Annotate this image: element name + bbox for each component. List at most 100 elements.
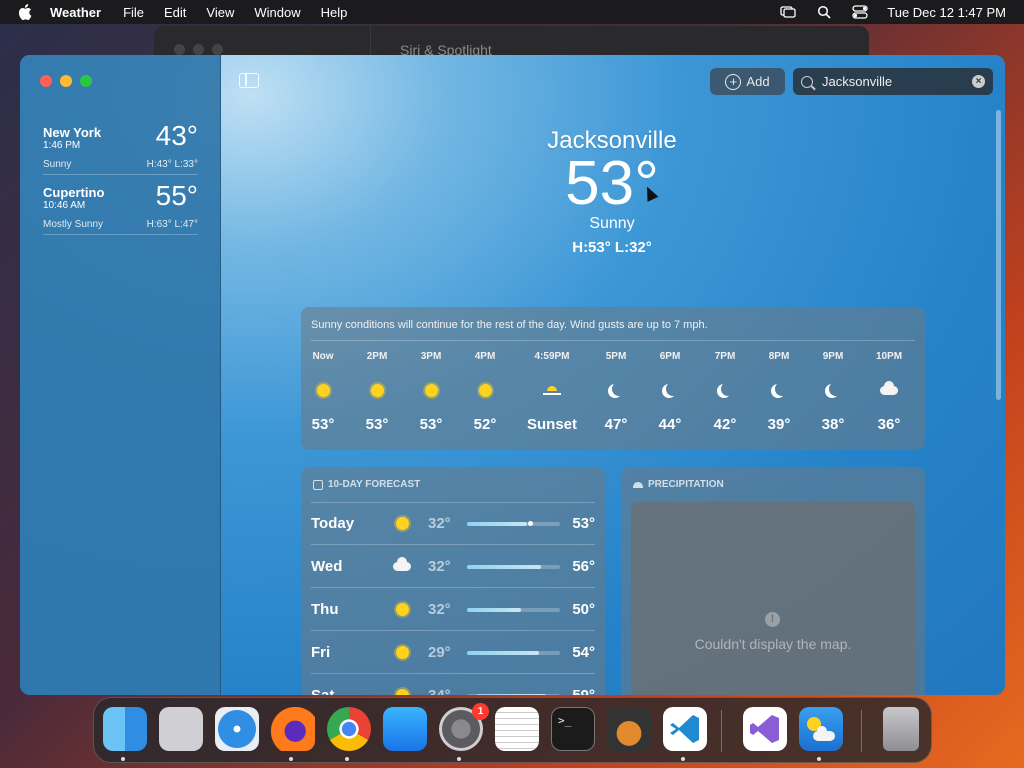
chrome-icon[interactable]	[327, 707, 371, 751]
firefox-icon[interactable]	[271, 707, 315, 751]
sun-icon	[393, 687, 411, 695]
sun-icon	[458, 380, 512, 400]
cloud-icon	[862, 380, 916, 400]
search-icon	[801, 75, 813, 88]
forecast-low: 32°	[428, 558, 451, 575]
menu-window[interactable]: Window	[254, 5, 300, 20]
sun-icon	[296, 380, 350, 400]
clear-search-icon[interactable]: ×	[972, 75, 985, 88]
forecast-low: 32°	[428, 515, 451, 532]
temperature-range-bar	[467, 521, 560, 526]
search-input[interactable]	[822, 74, 962, 89]
city-condition: Mostly Sunny	[43, 219, 104, 230]
hour-label: Now	[312, 351, 334, 362]
menu-edit[interactable]: Edit	[164, 5, 186, 20]
plus-circle-icon: +	[725, 73, 742, 90]
garageband-icon[interactable]	[607, 707, 651, 751]
moon-icon	[806, 380, 860, 400]
safari-icon[interactable]	[215, 707, 259, 751]
current-temperature: 53°	[565, 149, 659, 218]
spotlight-search-icon[interactable]	[815, 4, 833, 20]
forecast-row[interactable]: Fri 29° 54°	[311, 631, 595, 674]
hourly-item: 6PM 44°	[643, 351, 697, 433]
precipitation-map[interactable]: ! Couldn't display the map.	[631, 502, 915, 695]
moon-icon	[589, 380, 643, 400]
precipitation-header: PRECIPITATION	[633, 479, 724, 490]
hourly-forecast-card[interactable]: Sunny conditions will continue for the r…	[301, 307, 925, 450]
app-store-icon[interactable]	[383, 707, 427, 751]
hourly-item: 10PM 36°	[862, 351, 916, 433]
sidebar-toggle-icon[interactable]	[239, 73, 259, 88]
moon-icon	[643, 380, 697, 400]
menu-help[interactable]: Help	[321, 5, 348, 20]
city-hilo: H:63° L:47°	[146, 219, 198, 230]
trash-icon[interactable]	[883, 707, 919, 751]
forecast-row[interactable]: Today 32° 53°	[311, 502, 595, 545]
notification-badge: 1	[472, 703, 489, 720]
vertical-scrollbar[interactable]	[996, 110, 1001, 400]
temperature-range-bar	[467, 694, 560, 695]
umbrella-icon	[633, 481, 643, 488]
hour-temp: 44°	[658, 416, 682, 433]
hour-temp: 53°	[419, 416, 443, 433]
current-temp-marker	[528, 521, 534, 526]
sun-icon	[393, 644, 411, 660]
sidebar-city-cupertino[interactable]: Cupertino 10:46 AM 55° Mostly Sunny H:63…	[43, 177, 198, 235]
menu-app-name[interactable]: Weather	[50, 5, 101, 20]
screen-mirroring-icon[interactable]	[779, 4, 797, 20]
textedit-icon[interactable]	[495, 707, 539, 751]
terminal-icon[interactable]: >_	[551, 707, 595, 751]
system-settings-icon[interactable]: 1	[439, 703, 489, 751]
dock-separator	[861, 710, 862, 752]
add-button[interactable]: + Add	[710, 68, 785, 95]
hourly-item: 4PM 52°	[458, 351, 512, 433]
ten-day-forecast-card[interactable]: 10-DAY FORECAST Today 32° 53° Wed 32° 56° Thu 3…	[301, 467, 605, 695]
weather-app-icon[interactable]	[799, 707, 843, 751]
current-conditions: Jacksonville 53° Sunny H:53° L:32°	[462, 127, 762, 256]
hour-label: 7PM	[714, 351, 736, 362]
vscode-icon[interactable]	[663, 707, 707, 751]
dock: 1 >_	[93, 697, 932, 763]
forecast-day: Thu	[311, 601, 339, 618]
forecast-high: 56°	[572, 558, 595, 575]
city-name: Cupertino	[43, 185, 105, 200]
forecast-high: 59°	[572, 687, 595, 695]
forecast-row[interactable]: Thu 32° 50°	[311, 588, 595, 631]
hour-temp: 53°	[365, 416, 389, 433]
hour-temp: 52°	[473, 416, 497, 433]
forecast-row[interactable]: Wed 32° 56°	[311, 545, 595, 588]
hour-label: 5PM	[605, 351, 627, 362]
hourly-item: 4:59PM Sunset	[516, 351, 588, 433]
hour-temp: 38°	[821, 416, 845, 433]
finder-icon[interactable]	[103, 707, 147, 751]
dock-running-indicator	[681, 757, 685, 761]
precipitation-card[interactable]: PRECIPITATION ! Couldn't display the map…	[621, 467, 925, 695]
forecast-row[interactable]: Sat 34° 59°	[311, 674, 595, 695]
launchpad-icon[interactable]	[159, 707, 203, 751]
sun-icon	[393, 601, 411, 617]
close-button[interactable]	[40, 75, 52, 87]
info-icon: !	[765, 612, 780, 627]
menu-file[interactable]: File	[123, 5, 144, 20]
temperature-range-bar	[467, 565, 560, 569]
zoom-button[interactable]	[80, 75, 92, 87]
hourly-summary: Sunny conditions will continue for the r…	[311, 319, 708, 331]
forecast-low: 32°	[428, 601, 451, 618]
forecast-day: Wed	[311, 558, 343, 575]
map-error-message: Couldn't display the map.	[694, 636, 852, 652]
visual-studio-icon[interactable]	[743, 707, 787, 751]
menu-bar: Weather File Edit View Window Help Tue D…	[0, 0, 1024, 24]
search-field[interactable]: ×	[793, 68, 993, 95]
forecast-day: Sat	[311, 687, 334, 695]
apple-menu-icon[interactable]	[18, 4, 36, 20]
calendar-icon	[313, 479, 323, 490]
hourly-item: 8PM 39°	[752, 351, 806, 433]
hour-label: 10PM	[875, 351, 903, 362]
forecast-low: 34°	[428, 687, 451, 695]
minimize-button[interactable]	[60, 75, 72, 87]
background-window-controls	[174, 44, 223, 55]
sidebar-city-new-york[interactable]: New York 1:46 PM 43° Sunny H:43° L:33°	[43, 117, 198, 175]
menu-bar-clock[interactable]: Tue Dec 12 1:47 PM	[887, 5, 1006, 20]
menu-view[interactable]: View	[206, 5, 234, 20]
control-center-icon[interactable]	[851, 4, 869, 20]
